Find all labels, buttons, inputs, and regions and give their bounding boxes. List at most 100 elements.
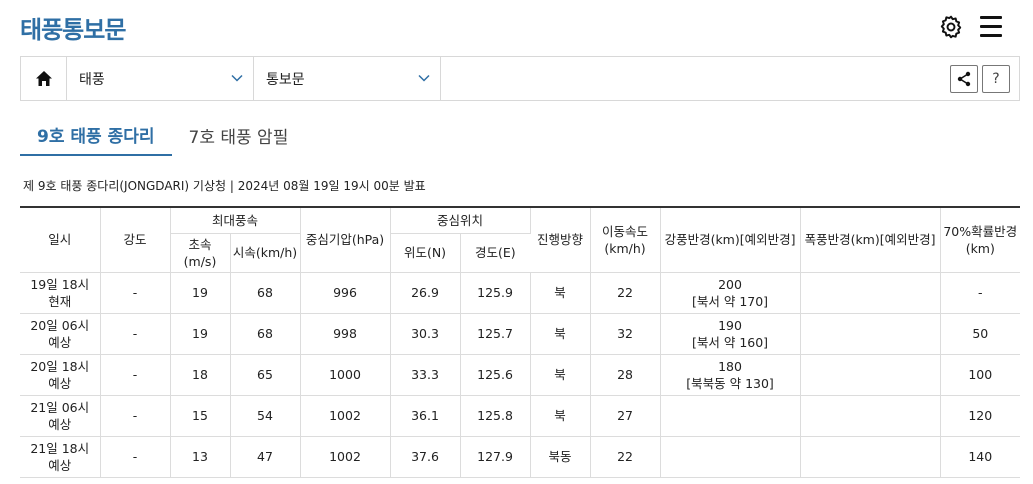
category-select[interactable]: 태풍 [67, 57, 254, 100]
header-lon: 경도(E) [460, 233, 531, 273]
header-line: 초속 [188, 236, 212, 252]
gale-radius-cell: 180 [북북동 약 130] [660, 354, 801, 396]
prob-radius-cell: 140 [940, 436, 1021, 478]
speed-cell: 22 [590, 436, 661, 478]
time-cell-text: 21일 18시 [30, 440, 90, 456]
navbar-spacer [441, 57, 950, 100]
header-line: 폭풍반경(km) [804, 232, 880, 248]
wind-kmh-cell: 47 [230, 436, 301, 478]
pressure-cell: 1000 [300, 354, 391, 396]
intensity-cell: - [100, 395, 171, 437]
wind-ms-cell-text: 18 [192, 367, 208, 382]
speed-cell: 22 [590, 272, 661, 314]
speed-cell-text: 28 [617, 367, 633, 382]
lon-cell-text: 125.6 [477, 367, 513, 382]
header-line: 시속 [232, 245, 256, 260]
wind-kmh-cell: 68 [230, 272, 301, 314]
lat-cell-text: 36.1 [411, 408, 439, 423]
lon-cell-text: 125.7 [477, 326, 513, 341]
prob-radius-cell-text: 120 [968, 408, 993, 423]
bulletin-caption: 제 9호 태풍 종다리(JONGDARI) 기상청 | 2024년 08월 19… [23, 179, 426, 193]
intensity-cell-text: - [132, 449, 138, 464]
prob-radius-cell-text: 100 [968, 367, 993, 382]
wind-ms-cell-text: 13 [192, 449, 208, 464]
lon-cell-text: 125.8 [477, 408, 513, 423]
header-lat: 위도(N) [390, 233, 461, 273]
time-cell-text: 21일 06시 [30, 399, 90, 415]
lat-cell: 26.9 [390, 272, 461, 314]
header-line: (km/h) [255, 245, 298, 260]
subcategory-select-value: 통보문 [266, 71, 305, 88]
typhoon-table-body: 19일 18시 현재 - 19 68 996 26.9 125.9 북 22 200 [북서 약 17… [20, 272, 1021, 478]
storm-radius-cell [800, 395, 941, 437]
table-row: 21일 18시 예상 - 13 47 1002 37.6 127.9 북동 22 140 [20, 436, 1021, 478]
header-direction-label: 진행방향 [537, 232, 583, 247]
header-speed: 이동속도(km/h) [590, 206, 661, 273]
tab-typhoon-9[interactable]: 9호 태풍 종다리 [20, 114, 172, 156]
direction-cell-text: 북 [554, 367, 566, 382]
lon-cell: 125.7 [460, 313, 531, 355]
intensity-cell-text: - [132, 326, 138, 341]
prob-radius-cell: 100 [940, 354, 1021, 396]
direction-cell: 북동 [530, 436, 591, 478]
intensity-cell: - [100, 436, 171, 478]
header-center-label: 중심위치 [437, 212, 484, 228]
lat-cell: 33.3 [390, 354, 461, 396]
storm-radius-cell [800, 354, 941, 396]
header-max-wind: 최대풍속 [170, 206, 301, 234]
time-cell-text: 예상 [48, 457, 72, 473]
header-gale-radius-label: 강풍반경(km)[예외반경] [665, 232, 796, 247]
tab-typhoon-7[interactable]: 7호 태풍 암필 [172, 114, 306, 156]
wind-kmh-cell-text: 54 [257, 408, 273, 423]
time-cell-text: 19일 18시 [30, 276, 90, 292]
header-line: [예외반경] [879, 232, 936, 248]
intensity-cell: - [100, 354, 171, 396]
category-select-value: 태풍 [79, 71, 105, 88]
subcategory-select[interactable]: 통보문 [254, 57, 441, 100]
typhoon-tabs: 9호 태풍 종다리 7호 태풍 암필 [20, 114, 1020, 156]
time-cell-text: 예상 [48, 334, 72, 350]
settings-button[interactable] [938, 14, 964, 40]
time-cell: 19일 18시 현재 [20, 272, 101, 314]
table-row: 20일 06시 예상 - 19 68 998 30.3 125.7 북 32 190 [북서 약 16… [20, 313, 1021, 355]
gale-radius-cell-text: 200 [718, 276, 742, 292]
header-prob-radius: 70%확률반경(km) [940, 206, 1021, 273]
gale-radius-cell-text: [북서 약 160] [692, 334, 769, 350]
share-button[interactable] [950, 64, 978, 93]
header-intensity-label: 강도 [123, 232, 147, 248]
lat-cell: 37.6 [390, 436, 461, 478]
menu-button[interactable] [980, 16, 1002, 38]
table-header-row: 일시 강도 최대풍속 중심기압(hPa) 중심위치 진행방향 이동속도(km/h… [20, 206, 1021, 273]
typhoon-table: 일시 강도 최대풍속 중심기압(hPa) 중심위치 진행방향 이동속도(km/h… [20, 206, 1021, 478]
page-title: 태풍통보문 [20, 16, 126, 44]
direction-cell: 북 [530, 354, 591, 396]
header-line: (m/s) [183, 253, 217, 269]
home-icon [35, 71, 52, 86]
pressure-cell-text: 1000 [329, 367, 361, 382]
lon-cell: 125.9 [460, 272, 531, 314]
gale-radius-cell: 190 [북서 약 160] [660, 313, 801, 355]
storm-radius-cell [800, 272, 941, 314]
speed-cell-text: 22 [617, 285, 633, 300]
wind-kmh-cell-text: 68 [257, 326, 273, 341]
pressure-cell-text: 1002 [329, 449, 361, 464]
speed-cell: 28 [590, 354, 661, 396]
gale-radius-cell-text: 190 [718, 317, 742, 333]
prob-radius-cell: 120 [940, 395, 1021, 437]
intensity-cell: - [100, 272, 171, 314]
hamburger-icon-line [980, 25, 1002, 28]
header-direction: 진행방향 [530, 206, 591, 273]
gear-icon [940, 15, 962, 39]
gale-radius-cell [660, 436, 801, 478]
header-wind-kmh: 시속(km/h) [230, 233, 301, 273]
home-button[interactable] [21, 57, 67, 100]
intensity-cell-text: - [132, 285, 138, 300]
time-cell-text: 20일 06시 [30, 317, 90, 333]
wind-ms-cell-text: 19 [192, 285, 208, 300]
lat-cell-text: 37.6 [411, 449, 439, 464]
help-button[interactable]: ? [982, 64, 1010, 93]
pressure-cell: 998 [300, 313, 391, 355]
pressure-cell: 996 [300, 272, 391, 314]
wind-ms-cell-text: 15 [192, 408, 208, 423]
speed-cell: 27 [590, 395, 661, 437]
